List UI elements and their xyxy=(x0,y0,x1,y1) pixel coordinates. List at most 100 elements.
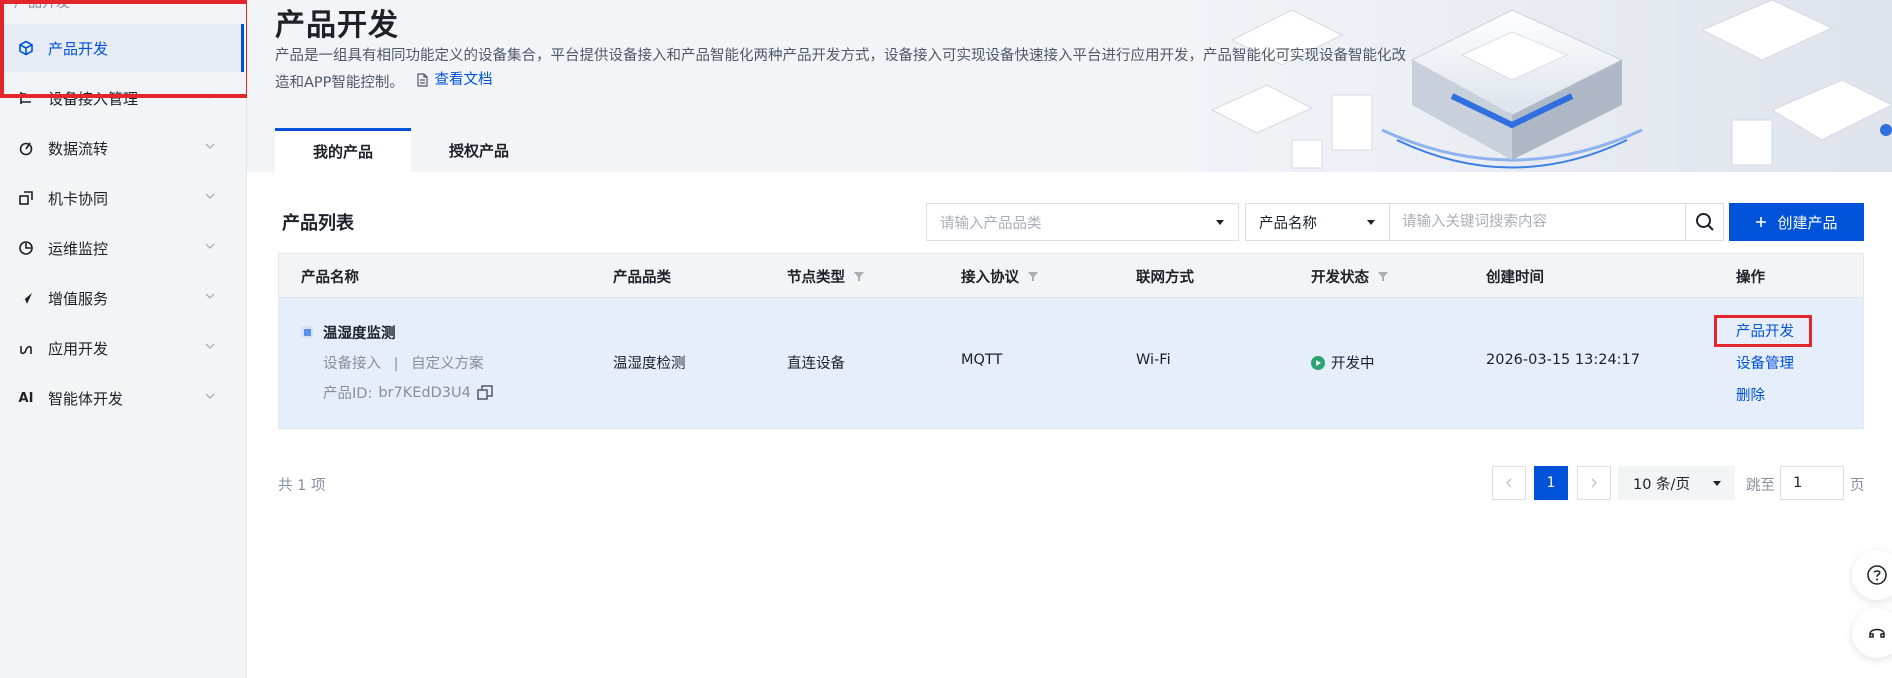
chevron-down-icon xyxy=(205,243,215,249)
sidebar-item-sim-collab[interactable]: 机卡协同 xyxy=(0,174,244,222)
view-docs-label: 查看文档 xyxy=(434,72,493,88)
chevron-left-icon xyxy=(1506,478,1512,488)
scheme: 自定义方案 xyxy=(411,356,484,372)
product-id: br7KEdD3U4 xyxy=(378,384,471,401)
service-button[interactable] xyxy=(1852,608,1892,658)
product-tabs: 我的产品 授权产品 xyxy=(275,128,547,172)
document-icon xyxy=(416,73,428,87)
caret-down-icon xyxy=(1713,481,1721,486)
column-header-label: 接入协议 xyxy=(961,269,1019,286)
column-header-label: 节点类型 xyxy=(787,269,845,286)
filter-icon[interactable] xyxy=(1027,270,1039,282)
jump-page-input[interactable] xyxy=(1780,466,1844,500)
filter-icon[interactable] xyxy=(1377,270,1389,282)
product-id-label: 产品ID: xyxy=(323,386,373,402)
dev-status: 开发中 xyxy=(1311,352,1375,373)
column-header-category: 产品品类 xyxy=(613,254,671,298)
view-docs-link[interactable]: 查看文档 xyxy=(415,68,493,92)
tab-authorized-products[interactable]: 授权产品 xyxy=(411,128,547,172)
column-header-actions: 操作 xyxy=(1736,254,1765,298)
column-header-status: 开发状态 xyxy=(1311,254,1389,298)
page-header: 产品开发 产品是一组具有相同功能定义的设备集合，平台提供设备接入和产品智能化两种… xyxy=(247,0,1892,172)
device-icon xyxy=(16,88,36,108)
filter-field-select[interactable]: 产品名称 xyxy=(1245,203,1390,241)
product-meta: 设备接入 | 自定义方案 xyxy=(323,352,484,373)
page-description: 产品是一组具有相同功能定义的设备集合，平台提供设备接入和产品智能化两种产品开发方… xyxy=(275,44,1415,95)
search-icon xyxy=(1695,213,1714,231)
tab-my-products[interactable]: 我的产品 xyxy=(275,128,411,172)
sidebar-item-app-dev[interactable]: 应用开发 xyxy=(0,324,244,372)
product-table: 产品名称 产品品类 节点类型 接入协议 联网方式 开发状态 创建时间 操作 温湿… xyxy=(278,253,1864,429)
prev-page-button[interactable] xyxy=(1492,466,1526,500)
product-thumbnail-icon xyxy=(301,326,313,338)
cube-icon xyxy=(16,38,36,58)
page-number-button[interactable]: 1 xyxy=(1534,466,1568,500)
chevron-down-icon xyxy=(205,393,215,399)
page-size-value: 10 条/页 xyxy=(1633,476,1690,493)
total-count: 共 1 项 xyxy=(278,478,326,494)
filter-field-value: 产品名称 xyxy=(1259,215,1317,232)
next-page-button[interactable] xyxy=(1577,466,1611,500)
sidebar-item-data-flow[interactable]: 数据流转 xyxy=(0,124,244,172)
product-category: 温湿度检测 xyxy=(613,356,686,372)
network-type: Wi-Fi xyxy=(1136,352,1171,368)
sidebar-item-product-dev[interactable]: 产品开发 xyxy=(0,24,244,72)
sidebar-item-label: 产品开发 xyxy=(48,39,109,58)
sidebar-top-stub: 产品开发 xyxy=(14,0,70,11)
sidebar-item-label: 设备接入管理 xyxy=(48,89,139,108)
meta-separator: | xyxy=(393,356,399,372)
create-product-button[interactable]: 创建产品 xyxy=(1729,203,1864,241)
sidebar-item-label: 增值服务 xyxy=(48,289,109,308)
send-icon xyxy=(16,288,36,308)
sidebar-item-label: 运维监控 xyxy=(48,239,109,258)
column-header-protocol: 接入协议 xyxy=(961,254,1039,298)
sidebar-item-ops-monitor[interactable]: 运维监控 xyxy=(0,224,244,272)
headset-icon xyxy=(1869,628,1885,638)
page-suffix: 页 xyxy=(1850,478,1865,494)
jump-label: 跳至 xyxy=(1746,478,1775,494)
protocol: MQTT xyxy=(961,352,1003,368)
filter-icon[interactable] xyxy=(853,270,865,282)
table-header: 产品名称 产品品类 节点类型 接入协议 联网方式 开发状态 创建时间 操作 xyxy=(279,254,1863,298)
app-icon xyxy=(16,338,36,358)
monitor-icon xyxy=(16,238,36,258)
product-id-row: 产品ID: br7KEdD3U4 xyxy=(323,382,493,403)
category-select[interactable]: 请输入产品品类 xyxy=(926,203,1239,241)
table-row: 温湿度监测 设备接入 | 自定义方案 产品ID: br7KEdD3U4 温湿度检… xyxy=(279,298,1863,428)
page-size-select[interactable]: 10 条/页 xyxy=(1618,466,1735,500)
product-dev-link[interactable]: 产品开发 xyxy=(1736,320,1794,341)
question-icon xyxy=(1867,565,1887,585)
sidebar-item-label: 应用开发 xyxy=(48,339,109,358)
help-button[interactable] xyxy=(1852,550,1892,600)
column-header-label: 产品名称 xyxy=(301,269,359,286)
column-header-label: 联网方式 xyxy=(1136,269,1194,286)
chevron-right-icon xyxy=(1591,478,1597,488)
device-manage-link[interactable]: 设备管理 xyxy=(1736,352,1794,373)
search-button[interactable] xyxy=(1686,203,1724,241)
flow-icon xyxy=(16,138,36,158)
play-status-icon xyxy=(1311,355,1325,370)
sidebar: 产品开发 产品开发 设备接入管理 数据流转 机卡协同 运维监控 增值服务 应用开… xyxy=(0,0,250,678)
chevron-down-icon xyxy=(205,93,215,99)
search-input[interactable] xyxy=(1390,203,1686,241)
chevron-down-icon xyxy=(205,143,215,149)
chevron-down-icon xyxy=(205,293,215,299)
sidebar-item-device-access[interactable]: 设备接入管理 xyxy=(0,74,244,122)
delete-link[interactable]: 删除 xyxy=(1736,384,1765,405)
caret-down-icon xyxy=(1216,220,1224,225)
chevron-down-icon xyxy=(205,343,215,349)
caret-down-icon xyxy=(1367,220,1375,225)
sidebar-item-label: 智能体开发 xyxy=(48,389,124,408)
sidebar-item-agent-dev[interactable]: AI 智能体开发 xyxy=(0,374,244,422)
product-name[interactable]: 温湿度监测 xyxy=(323,322,396,343)
access-type: 设备接入 xyxy=(323,356,381,372)
category-select-placeholder: 请输入产品品类 xyxy=(940,215,1042,232)
ai-icon: AI xyxy=(18,390,34,406)
sidebar-item-value-added[interactable]: 增值服务 xyxy=(0,274,244,322)
column-header-label: 操作 xyxy=(1736,269,1765,286)
created-time: 2026-03-15 13:24:17 xyxy=(1486,352,1640,368)
copy-icon[interactable] xyxy=(477,384,493,401)
sidebar-item-label: 数据流转 xyxy=(48,139,109,158)
column-header-name: 产品名称 xyxy=(301,254,359,298)
column-header-created: 创建时间 xyxy=(1486,254,1544,298)
